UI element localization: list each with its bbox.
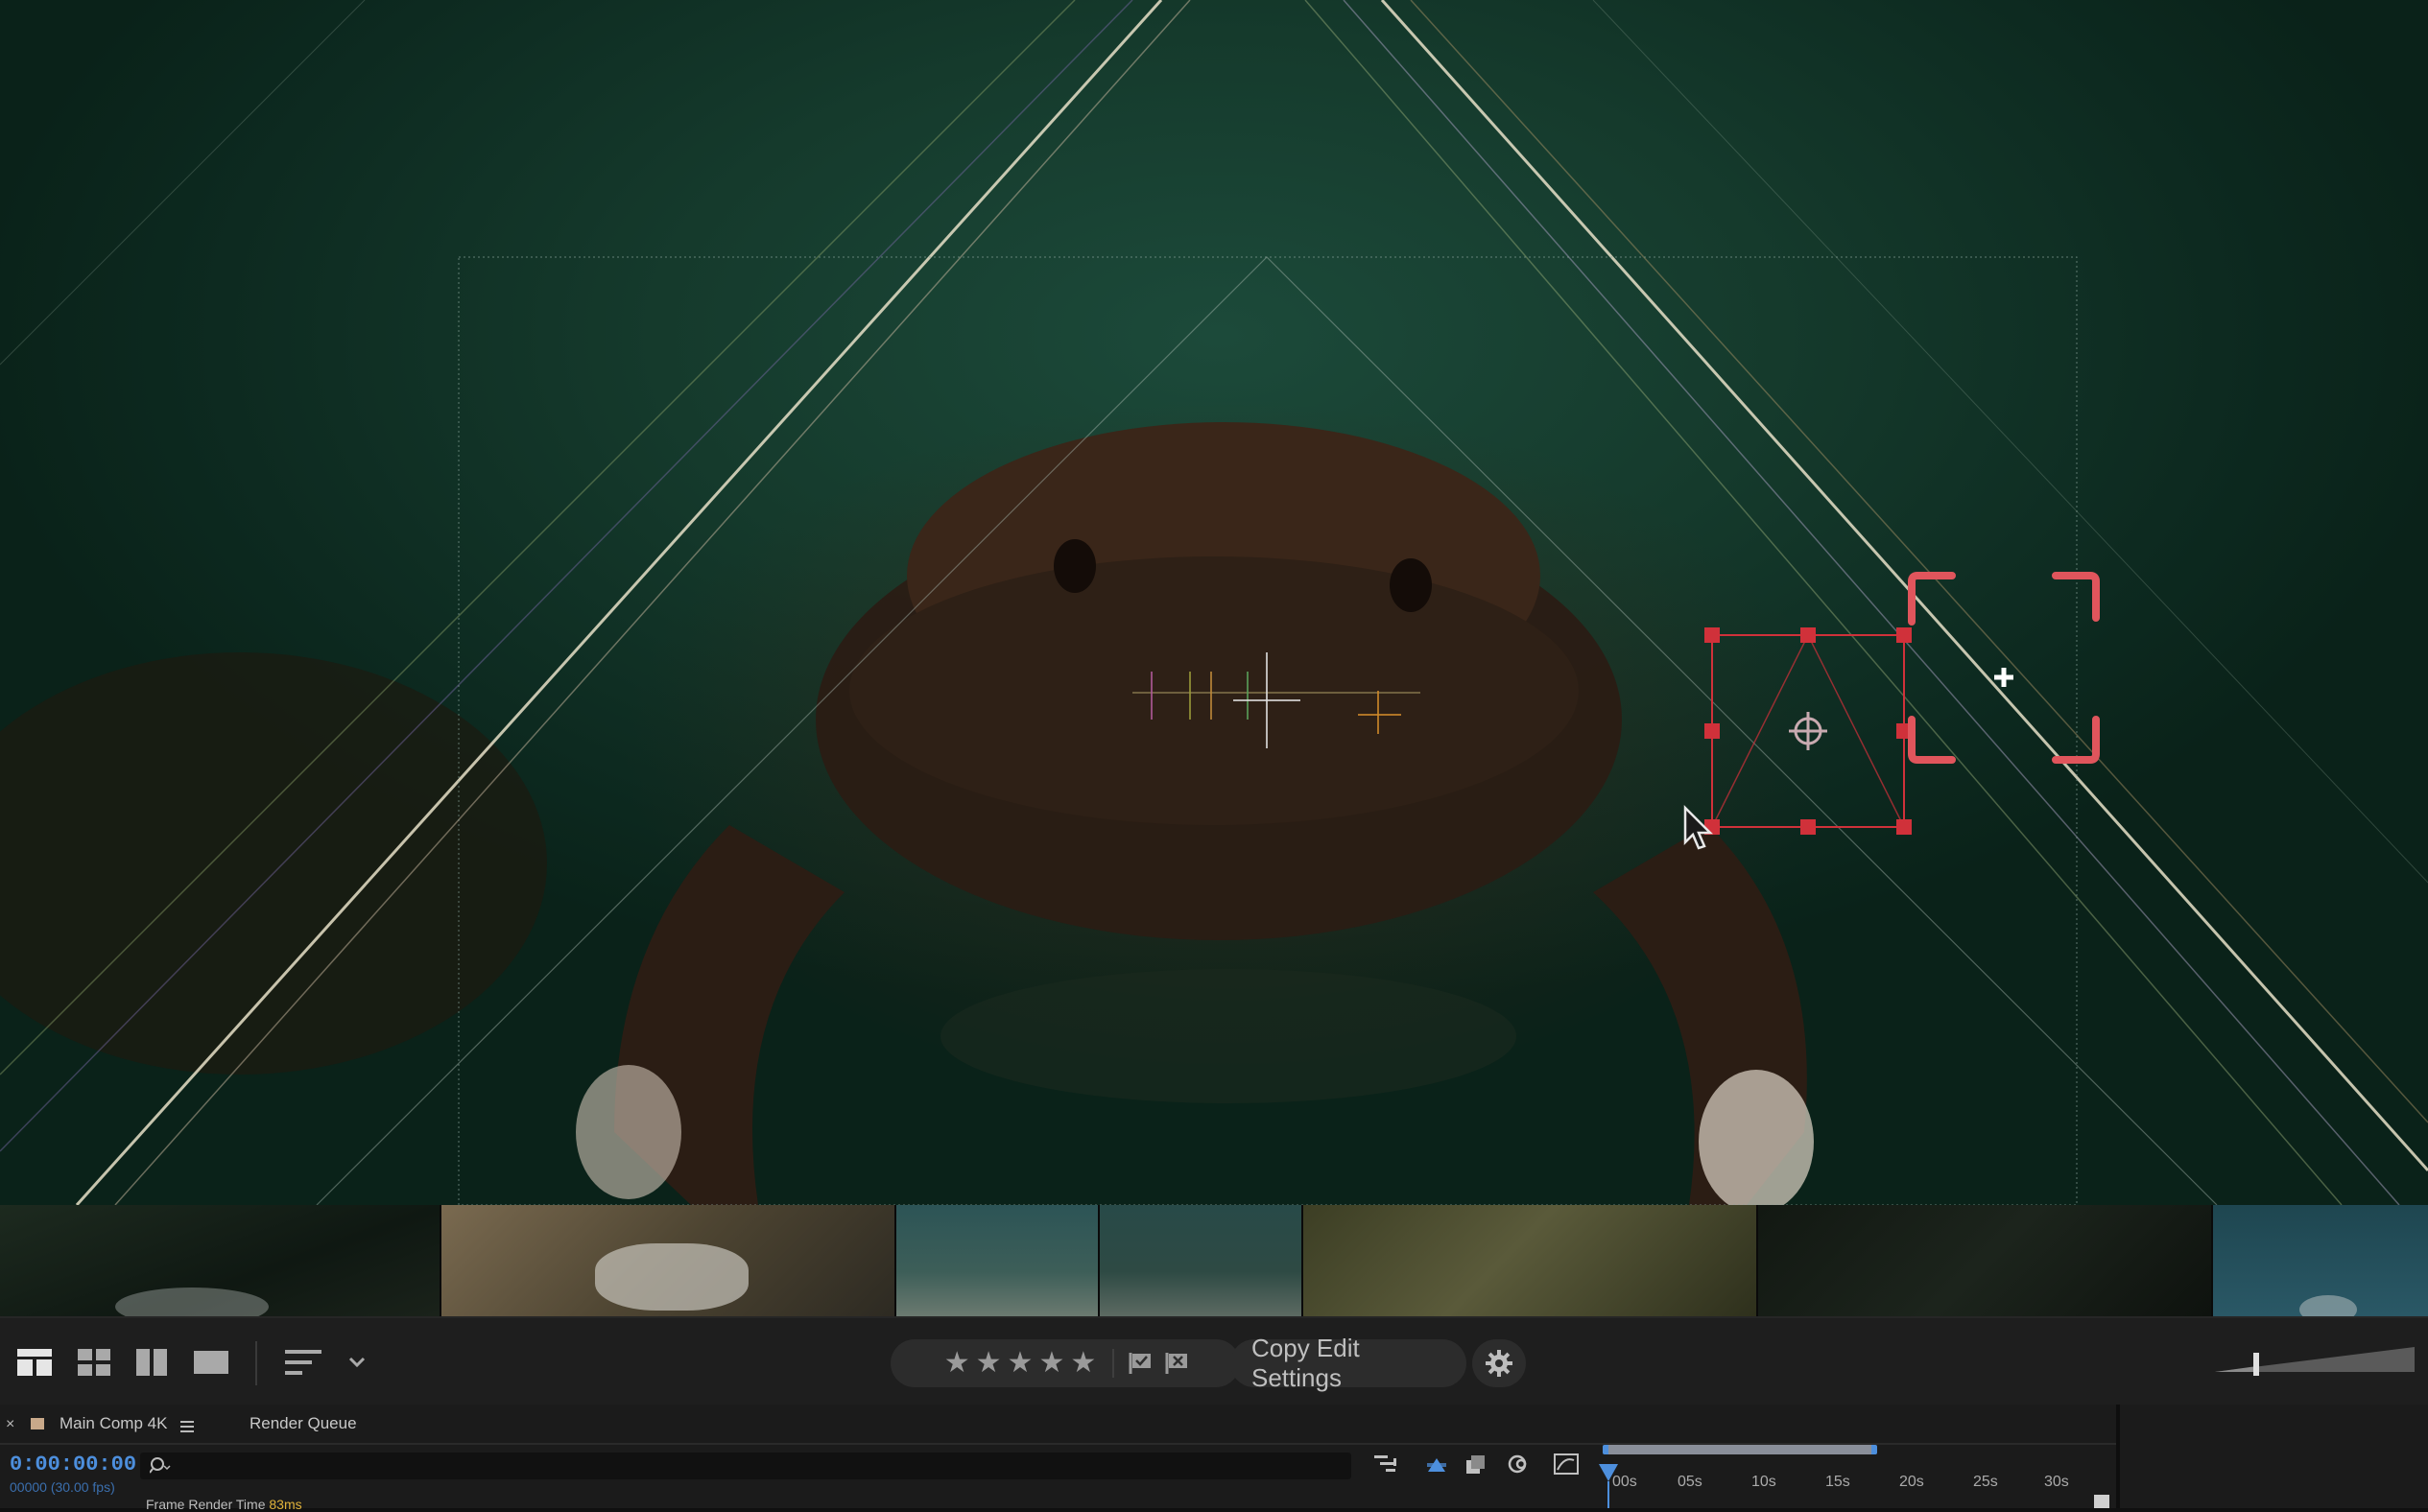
copy-edit-settings-button[interactable]: Copy Edit Settings — [1230, 1334, 1466, 1392]
settings-button[interactable] — [1472, 1339, 1526, 1387]
filmstrip-thumbnail[interactable] — [2213, 1205, 2428, 1316]
rating-pill: ★ ★ ★ ★ ★ — [891, 1339, 1240, 1387]
ruler-label: 00s — [1612, 1474, 1637, 1490]
flag-reject-icon[interactable] — [1164, 1351, 1189, 1376]
single-view-icon[interactable] — [192, 1347, 230, 1378]
render-time-value: 83ms — [269, 1497, 302, 1512]
filmstrip-thumbnail[interactable] — [1100, 1205, 1303, 1316]
tab-menu-icon[interactable] — [180, 1420, 194, 1437]
motion-blur-icon[interactable] — [1505, 1453, 1530, 1480]
shy-layers-icon[interactable] — [1464, 1453, 1489, 1480]
pill-divider — [1112, 1349, 1115, 1378]
crab-image — [0, 422, 1814, 1205]
ruler-label: 30s — [2044, 1474, 2069, 1490]
chevron-down-icon[interactable] — [344, 1349, 370, 1376]
ruler-label: 25s — [1973, 1474, 1998, 1490]
close-icon[interactable]: × — [6, 1416, 14, 1433]
timeline-scrollbar[interactable] — [2094, 1495, 2109, 1508]
gear-icon — [1486, 1350, 1512, 1377]
ruler-label: 10s — [1751, 1474, 1776, 1490]
render-time-label: Frame Render Time — [146, 1497, 266, 1512]
layer-search-input[interactable] — [140, 1453, 1351, 1479]
filmstrip-thumbnail[interactable] — [0, 1205, 441, 1316]
split-view-icon[interactable] — [132, 1347, 171, 1378]
filmstrip[interactable] — [0, 1205, 2428, 1316]
playhead-line — [1607, 1481, 1609, 1508]
filmstrip-thumbnail[interactable] — [441, 1205, 896, 1316]
layer-transform-box[interactable] — [1704, 627, 1912, 835]
current-time-display[interactable]: 0:00:00:00 — [10, 1453, 136, 1477]
library-toolbar: ★ ★ ★ ★ ★ Copy Edit Settings — [0, 1316, 2428, 1406]
draft-3d-icon[interactable] — [1424, 1453, 1449, 1480]
timeline-panel: × Main Comp 4K Render Queue 0:00:00:00 0… — [0, 1405, 2428, 1512]
sort-icon[interactable] — [284, 1347, 322, 1378]
frame-render-time: Frame Render Time 83ms — [146, 1497, 302, 1512]
tab-render-queue[interactable]: Render Queue — [250, 1414, 357, 1433]
flag-pick-icon[interactable] — [1128, 1351, 1153, 1376]
composition-swatch-icon — [31, 1418, 44, 1429]
anchor-point-icon — [1789, 712, 1827, 750]
grid-large-icon[interactable] — [15, 1347, 54, 1378]
graph-editor-icon[interactable] — [1553, 1453, 1580, 1480]
frame-rate-info: 00000 (30.00 fps) — [10, 1479, 115, 1495]
toolbar-divider — [255, 1341, 257, 1385]
filmstrip-thumbnail[interactable] — [896, 1205, 1100, 1316]
rating-star-4[interactable]: ★ — [1038, 1349, 1064, 1378]
size-slider-icon[interactable] — [2207, 1343, 2418, 1382]
search-icon — [150, 1457, 171, 1474]
composition-viewer[interactable] — [0, 0, 2428, 1205]
filmstrip-thumbnail[interactable] — [1303, 1205, 1758, 1316]
ruler-label: 15s — [1825, 1474, 1850, 1490]
work-area-bar[interactable] — [1603, 1445, 1877, 1454]
viewer-overlay — [0, 0, 2428, 1205]
rating-star-3[interactable]: ★ — [1008, 1349, 1034, 1378]
add-point-cursor-icon — [1994, 668, 2013, 687]
panel-divider — [2116, 1405, 2120, 1508]
rating-star-5[interactable]: ★ — [1070, 1349, 1096, 1378]
ruler-label: 20s — [1899, 1474, 1924, 1490]
rating-star-1[interactable]: ★ — [944, 1349, 970, 1378]
rating-star-2[interactable]: ★ — [976, 1349, 1002, 1378]
grid-small-icon[interactable] — [75, 1347, 113, 1378]
composition-flowchart-icon[interactable] — [1374, 1453, 1399, 1480]
ruler-label: 05s — [1678, 1474, 1702, 1490]
filmstrip-thumbnail[interactable] — [1758, 1205, 2213, 1316]
tab-main-comp[interactable]: Main Comp 4K — [60, 1414, 167, 1433]
timeline-tabs: × Main Comp 4K Render Queue — [0, 1405, 2116, 1447]
time-ruler[interactable]: 00s 05s 10s 15s 20s 25s 30s — [1599, 1443, 2090, 1508]
